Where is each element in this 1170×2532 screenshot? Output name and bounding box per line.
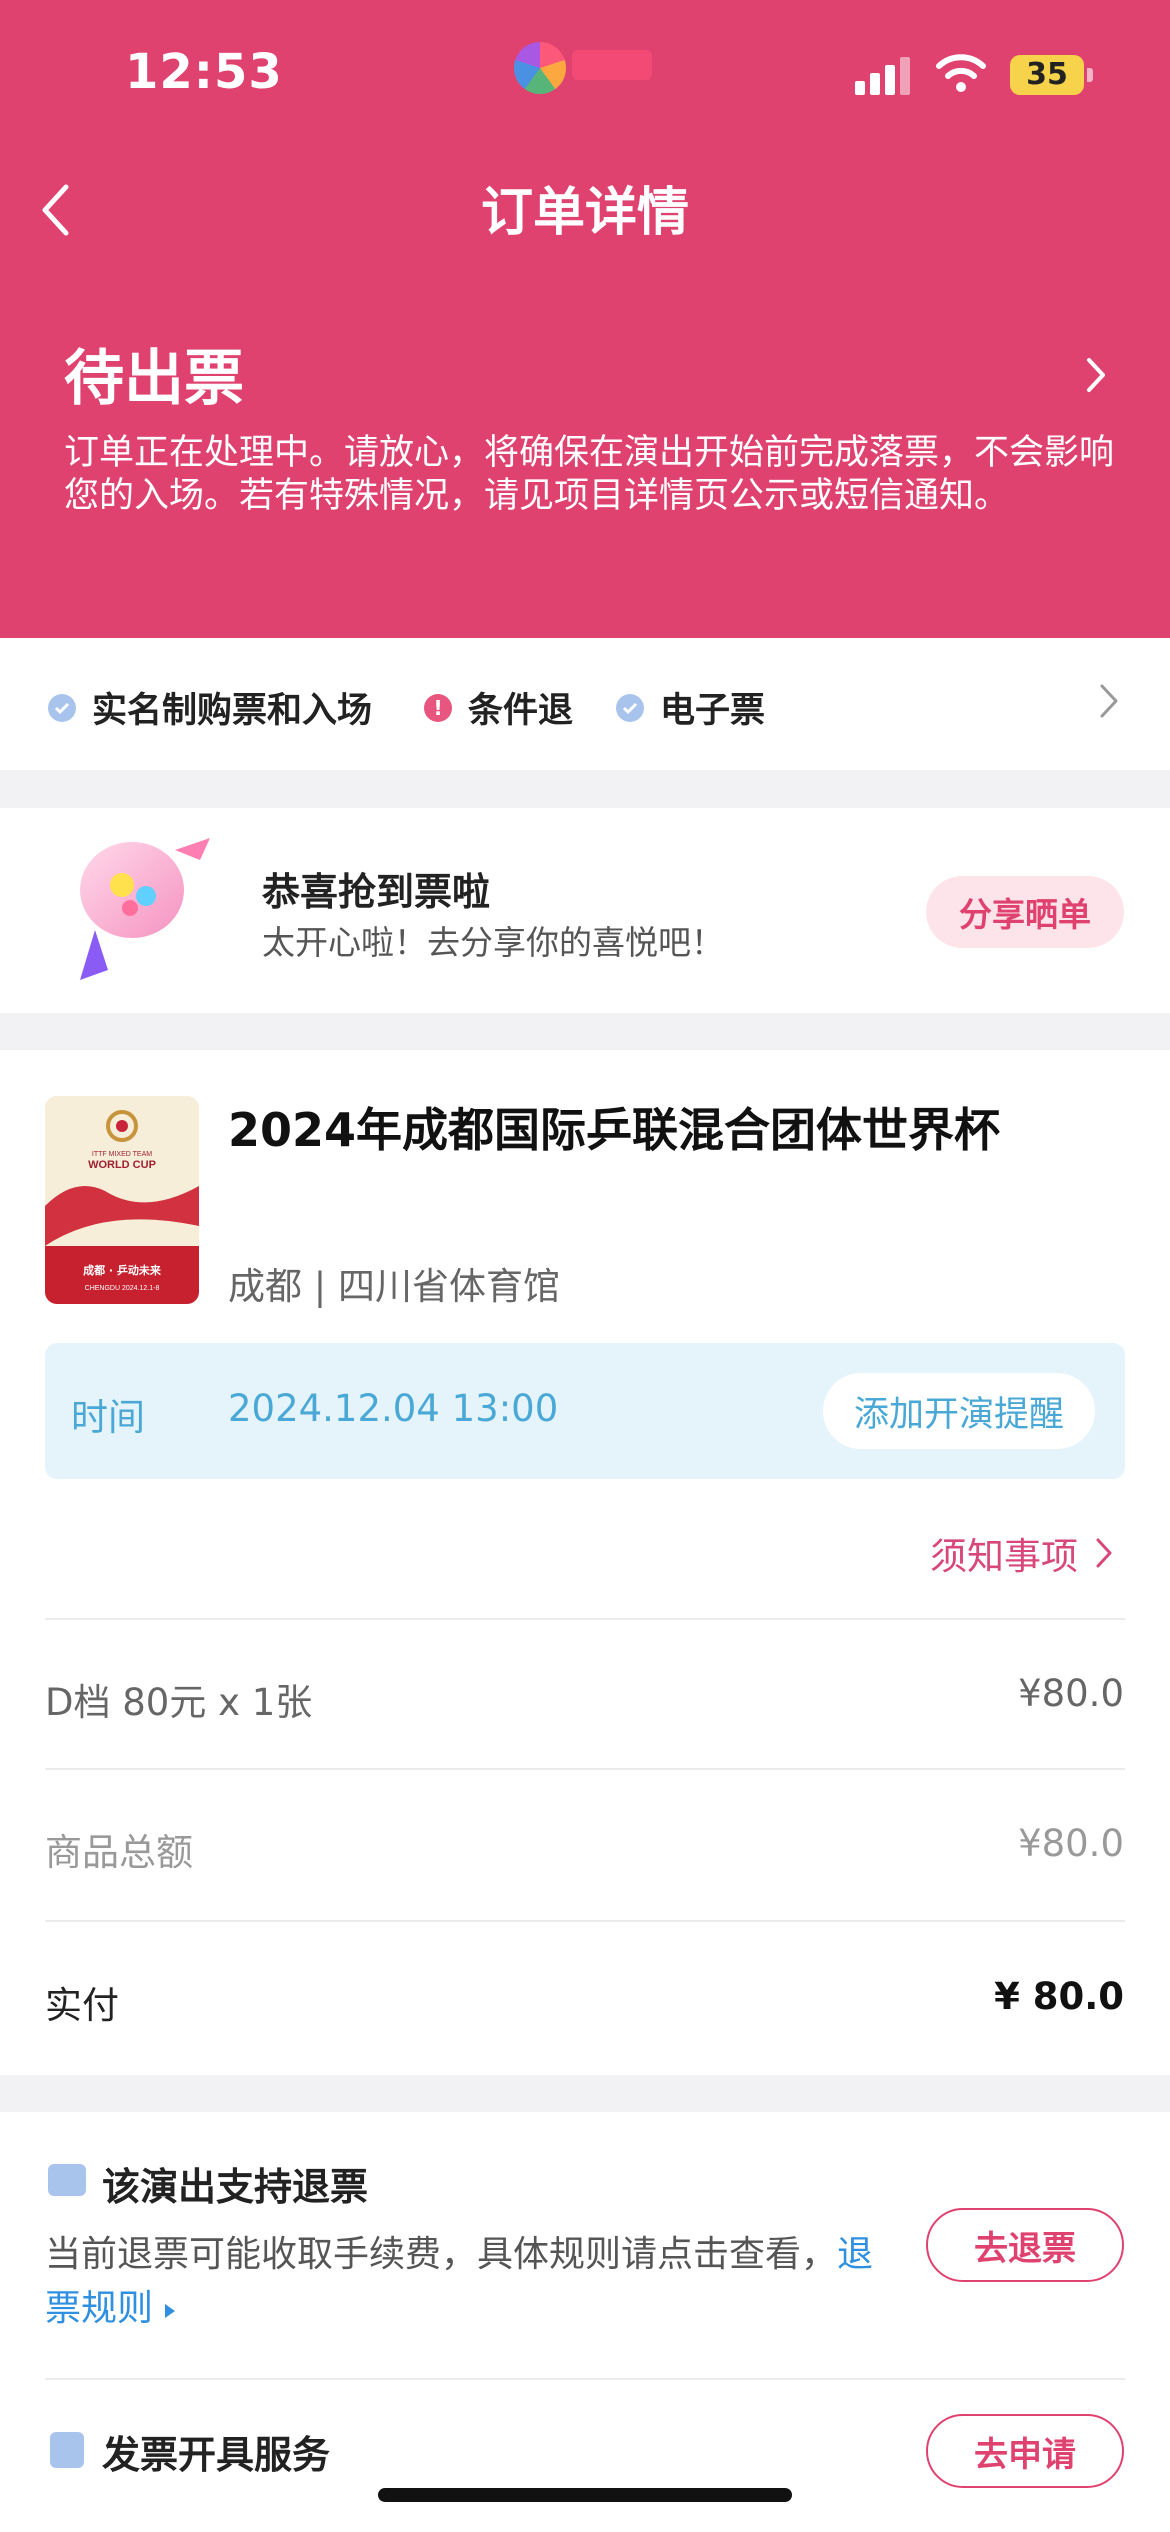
policy-conditional-refund: ! 条件退 — [424, 682, 573, 733]
poster-line-2: WORLD CUP — [88, 1159, 156, 1171]
app-logo-icon — [514, 42, 566, 94]
check-circle-icon — [48, 693, 76, 722]
cellular-signal-icon — [855, 55, 911, 95]
app-name-badge — [572, 50, 652, 80]
policy-label: 条件退 — [468, 691, 574, 731]
order-status-header: 12:53 35 订单详情 待出票 订单正在处理中。请放心，将确保在演出开始前完… — [0, 0, 1170, 638]
divider — [45, 1768, 1125, 1770]
share-order-button[interactable]: 分享晒单 — [926, 876, 1124, 948]
warning-circle-icon: ! — [424, 693, 452, 722]
triangle-right-icon — [165, 2304, 176, 2318]
share-title: 恭喜抢到票啦 — [262, 870, 491, 914]
battery-tip — [1087, 68, 1093, 82]
paid-value: ¥ 80.0 — [994, 1975, 1124, 2018]
chevron-right-icon — [1096, 1538, 1112, 1568]
policy-real-name: 实名制购票和入场 — [48, 682, 372, 733]
policy-label: 实名制购票和入场 — [92, 691, 373, 731]
notice-link-label: 须知事项 — [930, 1535, 1078, 1578]
refund-desc-text: 当前退票可能收取手续费，具体规则请点击查看， — [45, 2234, 838, 2275]
event-time-box: 时间 2024.12.04 13:00 添加开演提醒 — [45, 1343, 1125, 1479]
ticket-icon — [48, 2164, 86, 2196]
policy-e-ticket: 电子票 — [616, 682, 765, 733]
status-detail-chevron-icon[interactable] — [1076, 350, 1116, 400]
status-bar-time: 12:53 — [125, 44, 283, 100]
home-indicator[interactable] — [378, 2488, 792, 2502]
policy-label: 电子票 — [660, 691, 766, 731]
page-title: 订单详情 — [480, 183, 689, 243]
invoice-icon — [50, 2432, 84, 2468]
order-status-title[interactable]: 待出票 — [64, 330, 244, 417]
check-circle-icon — [616, 693, 644, 722]
add-reminder-button[interactable]: 添加开演提醒 — [823, 1373, 1095, 1449]
ticket-tier-price: ¥80.0 — [1018, 1672, 1124, 1715]
poster-line-1: ITTF MIXED TEAM — [92, 1151, 152, 1158]
party-popper-icon — [80, 838, 210, 980]
notice-link[interactable]: 须知事项 — [930, 1526, 1114, 1580]
divider — [45, 1920, 1125, 1922]
subtotal-label: 商品总额 — [45, 1831, 193, 1874]
order-status-description: 订单正在处理中。请放心，将确保在演出开始前完成落票，不会影响您的入场。若有特殊情… — [64, 433, 1115, 516]
event-poster-image: ITTF MIXED TEAM WORLD CUP 成都 · 乒动未来 CHEN… — [45, 1096, 199, 1304]
wifi-icon — [936, 54, 986, 92]
event-poster[interactable]: ITTF MIXED TEAM WORLD CUP 成都 · 乒动未来 CHEN… — [45, 1096, 199, 1304]
refund-button[interactable]: 去退票 — [926, 2208, 1124, 2282]
invoice-apply-button[interactable]: 去申请 — [926, 2414, 1124, 2488]
share-subtitle: 太开心啦！去分享你的喜悦吧！ — [262, 923, 724, 962]
battery-icon: 35 — [1010, 55, 1084, 95]
paid-label: 实付 — [45, 1984, 119, 2027]
invoice-title: 发票开具服务 — [102, 2433, 331, 2477]
poster-line-4: CHENGDU 2024.12.1-8 — [85, 1285, 160, 1292]
refund-description: 当前退票可能收取手续费，具体规则请点击查看，退票规则 — [45, 2228, 875, 2336]
poster-line-3: 成都 · 乒动未来 — [83, 1263, 162, 1277]
ticket-tier-label: D档 80元 x 1张 — [45, 1681, 313, 1724]
divider — [45, 2378, 1125, 2380]
time-value: 2024.12.04 13:00 — [228, 1387, 559, 1430]
subtotal-value: ¥80.0 — [1018, 1822, 1124, 1865]
divider — [45, 1618, 1125, 1620]
policy-bar[interactable]: 实名制购票和入场 ! 条件退 电子票 — [0, 638, 1170, 770]
event-venue: 成都 | 四川省体育馆 — [228, 1265, 560, 1308]
event-title[interactable]: 2024年成都国际乒联混合团体世界杯 — [228, 1094, 1000, 1160]
chevron-right-icon[interactable] — [1098, 682, 1120, 720]
time-label: 时间 — [71, 1396, 145, 1439]
refund-title: 该演出支持退票 — [102, 2165, 369, 2209]
